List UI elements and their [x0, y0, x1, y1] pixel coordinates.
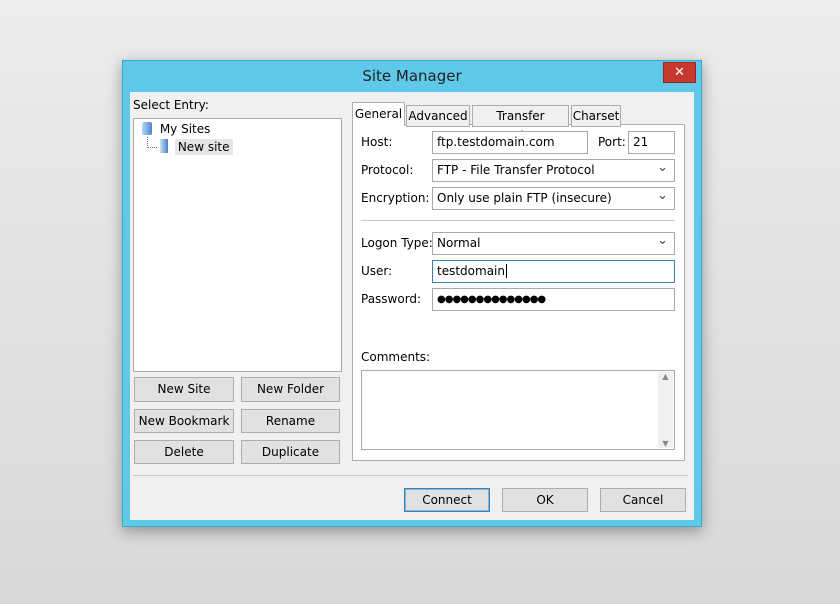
new-bookmark-button[interactable]: New Bookmark — [134, 409, 234, 433]
password-input[interactable]: ●●●●●●●●●●●●●● — [432, 288, 675, 311]
server-icon — [160, 139, 168, 153]
user-value: testdomain — [437, 264, 505, 278]
duplicate-button[interactable]: Duplicate — [241, 440, 340, 464]
close-button[interactable]: ✕ — [663, 62, 696, 83]
tab-charset[interactable]: Charset — [571, 105, 621, 127]
user-input[interactable]: testdomain — [432, 260, 675, 283]
password-label: Password: — [361, 292, 422, 306]
dialog-body: Select Entry: My Sites New site New Site… — [130, 92, 694, 520]
rename-button[interactable]: Rename — [241, 409, 340, 433]
footer-separator — [133, 475, 688, 476]
delete-button[interactable]: Delete — [134, 440, 234, 464]
connect-button[interactable]: Connect — [404, 488, 490, 512]
tab-general[interactable]: General — [352, 102, 405, 126]
host-label: Host: — [361, 135, 393, 149]
comments-textarea[interactable]: ▲ ▼ — [361, 370, 675, 450]
scroll-down-icon[interactable]: ▼ — [658, 439, 673, 448]
scrollbar[interactable]: ▲ ▼ — [658, 372, 673, 448]
separator — [361, 220, 675, 221]
logon-type-select[interactable]: Normal — [432, 232, 675, 255]
protocol-select[interactable]: FTP - File Transfer Protocol — [432, 159, 675, 182]
folder-icon — [142, 122, 152, 135]
host-input[interactable]: ftp.testdomain.com — [432, 131, 588, 154]
text-cursor — [506, 264, 507, 278]
new-folder-button[interactable]: New Folder — [241, 377, 340, 402]
port-input[interactable]: 21 — [628, 131, 675, 154]
tab-transfer-settings[interactable]: Transfer Settings — [472, 105, 569, 143]
site-manager-window: Site Manager ✕ Select Entry: My Sites Ne… — [122, 60, 702, 527]
port-label: Port: — [598, 135, 626, 149]
protocol-value: FTP - File Transfer Protocol — [437, 163, 595, 177]
protocol-label: Protocol: — [361, 163, 414, 177]
comments-label: Comments: — [361, 350, 431, 364]
scroll-up-icon[interactable]: ▲ — [658, 372, 673, 381]
tree-item-label: New site — [174, 139, 233, 155]
site-tree[interactable]: My Sites New site — [133, 118, 342, 372]
cancel-button[interactable]: Cancel — [600, 488, 686, 512]
ok-button[interactable]: OK — [502, 488, 588, 512]
logon-type-value: Normal — [437, 236, 481, 250]
new-site-button[interactable]: New Site — [134, 377, 234, 402]
tab-advanced[interactable]: Advanced — [406, 105, 470, 127]
encryption-select[interactable]: Only use plain FTP (insecure) — [432, 187, 675, 210]
tree-connector — [147, 137, 157, 148]
encryption-label: Encryption: — [361, 191, 430, 205]
tree-item-label: My Sites — [159, 122, 211, 136]
logon-type-label: Logon Type: — [361, 236, 433, 250]
select-entry-label: Select Entry: — [133, 98, 209, 112]
window-title: Site Manager — [362, 67, 462, 85]
encryption-value: Only use plain FTP (insecure) — [437, 191, 612, 205]
user-label: User: — [361, 264, 393, 278]
tree-item-my-sites[interactable]: My Sites — [142, 122, 210, 136]
tree-item-new-site[interactable]: New site — [160, 139, 233, 155]
